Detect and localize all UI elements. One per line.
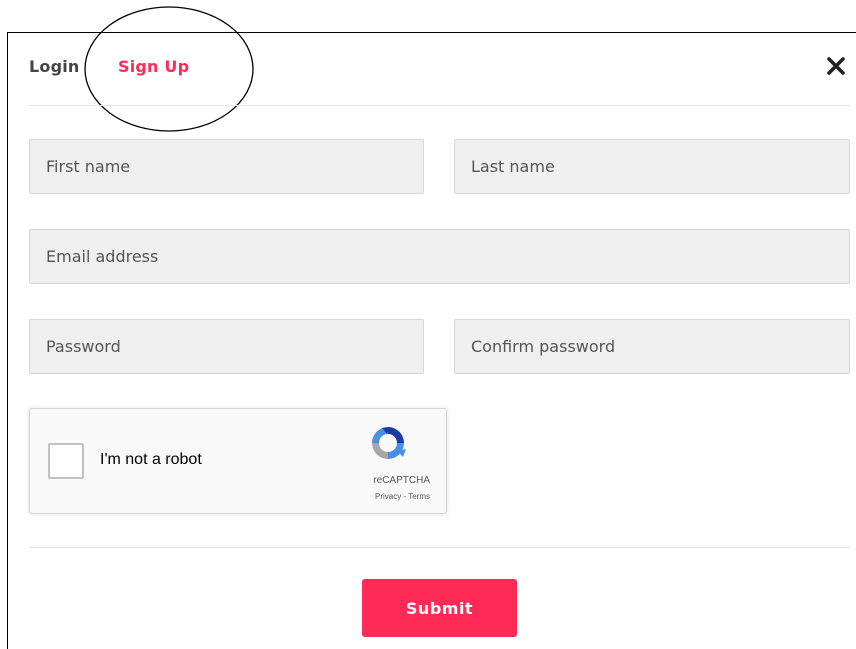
recaptcha-checkbox[interactable]: [48, 443, 84, 479]
signup-modal: Login Sign Up I'm not a robot reCAPTCHA …: [7, 6, 856, 649]
first-name-input[interactable]: [29, 139, 424, 194]
close-button[interactable]: [825, 55, 847, 77]
recaptcha-privacy-link[interactable]: Privacy: [375, 492, 401, 501]
tab-signup[interactable]: Sign Up: [118, 57, 189, 76]
recaptcha-logo-icon: [372, 427, 406, 459]
recaptcha-brand: reCAPTCHA: [373, 475, 430, 486]
confirm-password-input[interactable]: [454, 319, 850, 374]
submit-button[interactable]: Submit: [362, 579, 517, 637]
last-name-input[interactable]: [454, 139, 850, 194]
email-input[interactable]: [29, 229, 850, 284]
tab-login[interactable]: Login: [29, 57, 80, 76]
recaptcha-links: Privacy - Terms: [320, 492, 430, 501]
footer-divider: [29, 547, 850, 548]
recaptcha-widget: I'm not a robot reCAPTCHA Privacy - Term…: [29, 408, 447, 514]
close-icon: [827, 57, 845, 75]
header-divider: [29, 105, 850, 106]
recaptcha-label: I'm not a robot: [100, 451, 202, 468]
recaptcha-terms-link[interactable]: Terms: [408, 492, 430, 501]
modal-header: Login Sign Up: [8, 6, 856, 132]
password-input[interactable]: [29, 319, 424, 374]
